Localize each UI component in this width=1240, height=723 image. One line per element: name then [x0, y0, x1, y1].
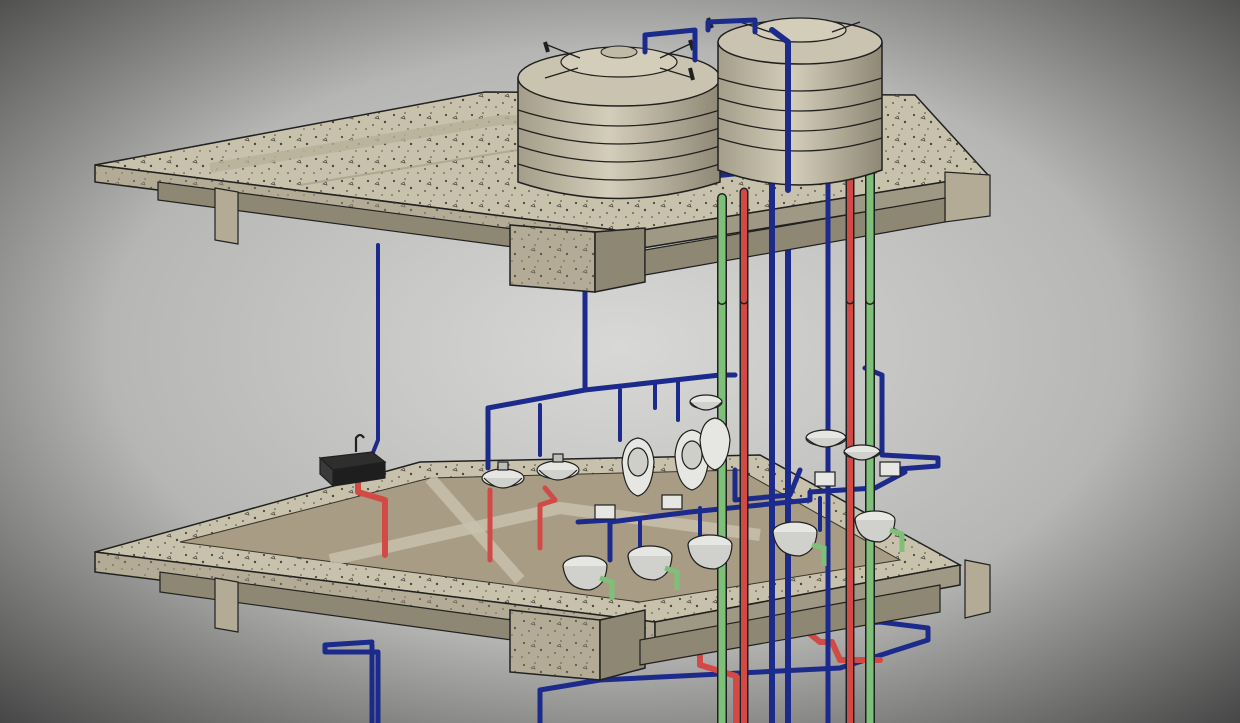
- plumbing-model-viewport[interactable]: [0, 0, 1240, 723]
- plumbing-isometric-drawing: [0, 0, 1240, 723]
